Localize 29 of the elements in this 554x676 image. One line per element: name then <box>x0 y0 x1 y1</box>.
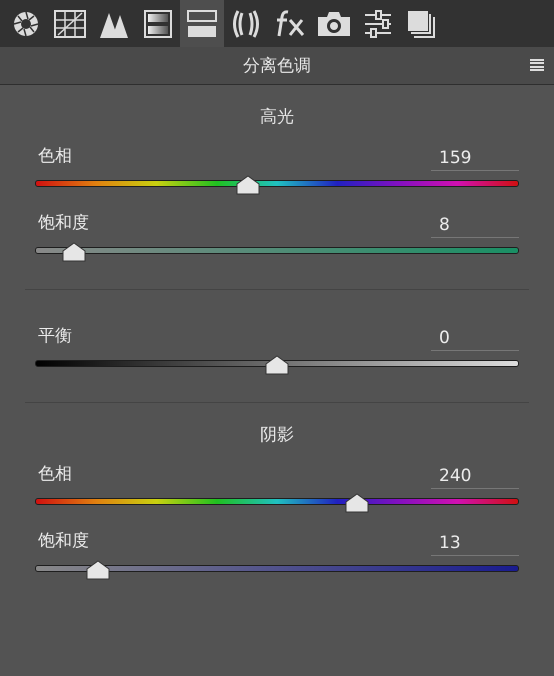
grid-icon <box>54 10 86 38</box>
fx-icon <box>274 8 306 38</box>
slider-thumb[interactable] <box>265 355 289 375</box>
slider-label: 平衡 <box>38 324 72 346</box>
slider-thumb[interactable] <box>86 560 110 580</box>
slider-label: 饱和度 <box>38 212 89 234</box>
stacked-pages-icon <box>407 10 437 38</box>
menu-icon[interactable] <box>530 59 544 71</box>
sliders-icon <box>364 10 392 38</box>
value-field[interactable]: 0 <box>431 327 519 351</box>
slider-thumb[interactable] <box>344 493 369 513</box>
aperture-icon <box>13 10 39 36</box>
value-field[interactable]: 159 <box>431 147 519 171</box>
lens-icon <box>231 8 261 38</box>
slider-label: 色相 <box>38 462 72 484</box>
slider-thumb[interactable] <box>62 242 86 262</box>
gradient-bars-icon <box>144 10 172 38</box>
panel-title: 分离色调 <box>243 55 311 77</box>
slider-label: 饱和度 <box>38 530 89 552</box>
camera-icon <box>317 10 351 36</box>
value-field[interactable]: 240 <box>431 465 519 489</box>
value-field[interactable]: 13 <box>431 532 519 556</box>
value-field[interactable]: 8 <box>431 214 519 238</box>
section-heading: 高光 <box>259 106 295 129</box>
toolbar-tab[interactable] <box>180 0 224 47</box>
slider-label: 色相 <box>38 144 72 166</box>
section-heading: 阴影 <box>259 424 295 447</box>
slider-thumb[interactable] <box>236 175 260 195</box>
split-bars-icon <box>187 10 217 38</box>
